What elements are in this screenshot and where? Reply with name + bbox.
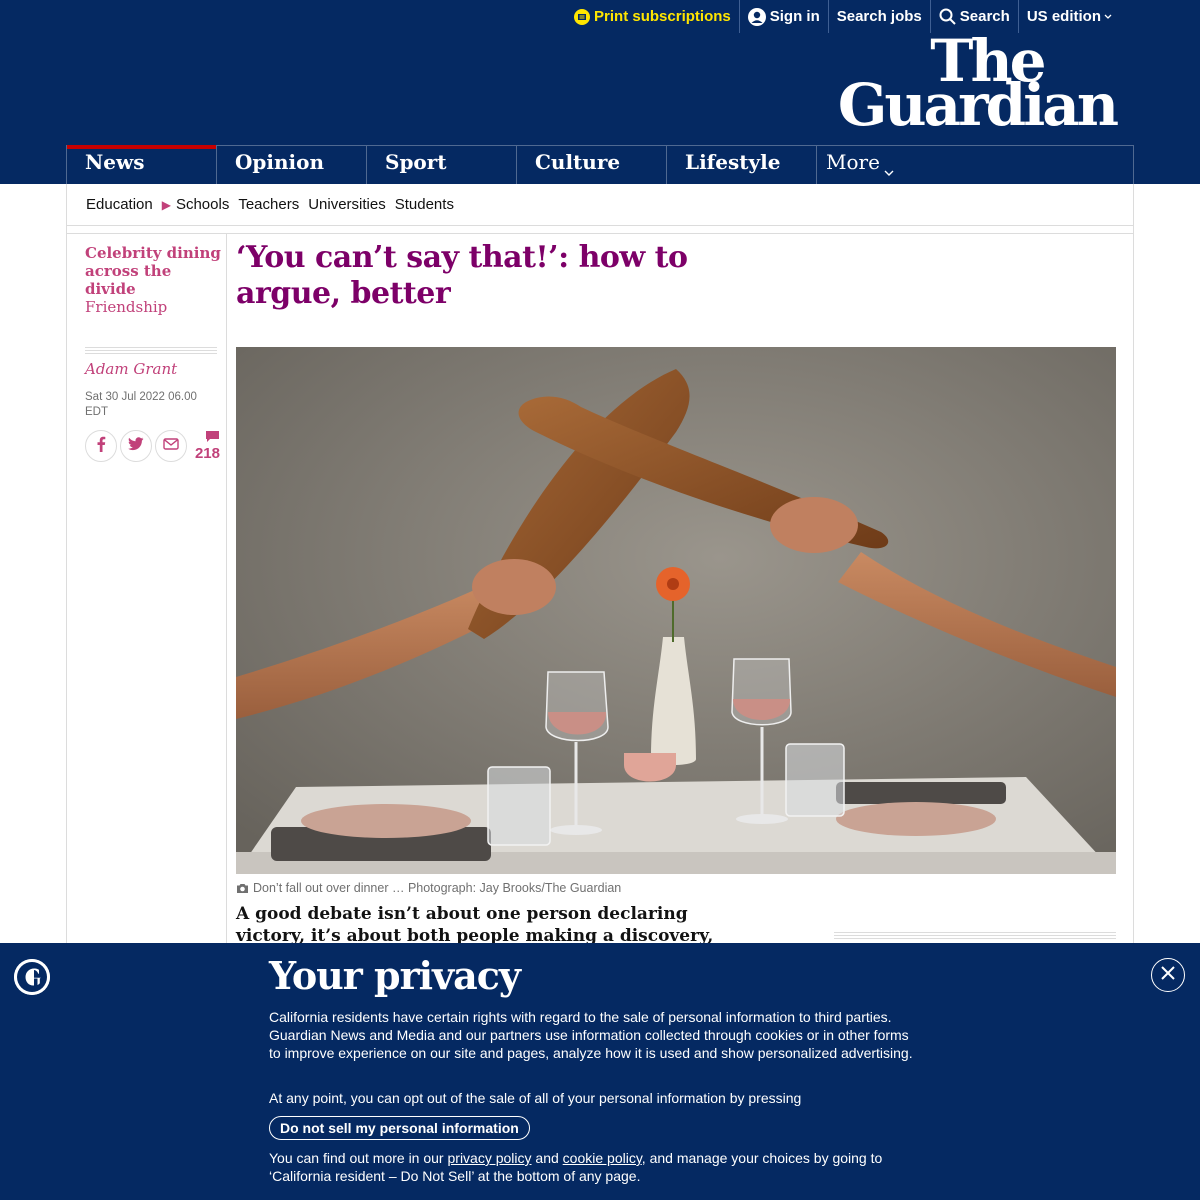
article-headline: ‘You can’t say that!’: how to argue, bet… <box>236 240 688 311</box>
hero-image <box>236 347 1116 874</box>
privacy-p3-before: You can find out more in our <box>269 1150 448 1166</box>
guardian-logo[interactable]: The Guardian <box>837 32 1119 139</box>
privacy-banner: Your privacy California residents have c… <box>0 943 1200 1200</box>
subnav-education[interactable]: Education <box>86 196 153 213</box>
close-privacy-button[interactable] <box>1151 958 1185 992</box>
article-content: Celebrity dining across the divide Frien… <box>66 226 1134 968</box>
chevron-down-icon <box>884 158 894 182</box>
privacy-paragraph-2: At any point, you can opt out of the sal… <box>269 1090 802 1106</box>
twitter-icon <box>128 436 144 456</box>
profile-icon <box>747 7 766 26</box>
do-not-sell-button[interactable]: Do not sell my personal information <box>269 1116 530 1140</box>
comment-count-link[interactable]: 218 <box>190 430 220 462</box>
divider <box>85 347 217 356</box>
image-caption: Don’t fall out over dinner … Photograph:… <box>236 881 621 895</box>
pillar-sport[interactable]: Sport <box>367 146 517 184</box>
email-icon <box>163 437 179 455</box>
pillar-news[interactable]: News <box>67 145 217 184</box>
facebook-icon <box>96 436 106 457</box>
sign-in-link[interactable]: Sign in <box>738 0 828 33</box>
series-section: Friendship <box>85 298 168 316</box>
email-share-button[interactable] <box>155 430 187 462</box>
pillar-culture[interactable]: Culture <box>517 146 667 184</box>
divider <box>834 932 1116 941</box>
privacy-paragraph-3: You can find out more in our privacy pol… <box>269 1149 919 1185</box>
twitter-share-button[interactable] <box>120 430 152 462</box>
edition-label: US edition <box>1026 8 1101 25</box>
subnav-arrow-icon: ▶ <box>161 197 171 212</box>
pillar-opinion[interactable]: Opinion <box>217 146 367 184</box>
camera-icon <box>236 883 249 894</box>
series-kicker[interactable]: Celebrity dining across the divide Frien… <box>85 244 225 316</box>
pillar-nav: News Opinion Sport Culture Lifestyle Mor… <box>66 145 1134 184</box>
caption-text: Don’t fall out over dinner … Photograph:… <box>253 881 622 895</box>
pillar-lifestyle[interactable]: Lifestyle <box>667 146 817 184</box>
series-title-line1: Celebrity dining <box>85 244 221 262</box>
search-icon <box>939 8 956 25</box>
series-title-line2: across the divide <box>85 262 172 298</box>
more-label: More <box>826 150 880 174</box>
privacy-policy-link[interactable]: privacy policy <box>448 1150 532 1166</box>
chevron-down-icon <box>1104 14 1112 20</box>
search-jobs-label: Search jobs <box>836 8 922 25</box>
publish-date: Sat 30 Jul 2022 06.00 EDT <box>85 391 197 418</box>
share-buttons <box>85 430 190 462</box>
subnav-schools[interactable]: Schools <box>176 196 229 213</box>
subnav-universities[interactable]: Universities <box>308 196 386 213</box>
privacy-paragraph-1: California residents have certain rights… <box>269 1009 913 1061</box>
pillar-more[interactable]: More <box>817 146 967 184</box>
section-subnav: Education ▶ Schools Teachers Universitie… <box>66 184 1134 226</box>
print-subscriptions-icon <box>574 8 591 25</box>
subnav-students[interactable]: Students <box>395 196 454 213</box>
print-subscriptions-label: Print subscriptions <box>594 8 731 25</box>
search-label: Search <box>959 8 1010 25</box>
author-byline[interactable]: Adam Grant <box>85 360 177 378</box>
privacy-title: Your privacy <box>269 953 521 998</box>
search-jobs-link[interactable]: Search jobs <box>827 0 930 33</box>
print-subscriptions-link[interactable]: Print subscriptions <box>566 0 739 33</box>
close-icon <box>1160 965 1176 986</box>
subnav-teachers[interactable]: Teachers <box>238 196 299 213</box>
logo-line-2: Guardian <box>837 71 1119 139</box>
guardian-roundel-icon <box>14 959 50 995</box>
facebook-share-button[interactable] <box>85 430 117 462</box>
sign-in-label: Sign in <box>769 8 820 25</box>
masthead: The Guardian News Opinion Sport Culture … <box>0 32 1200 184</box>
comment-count: 218 <box>194 445 220 462</box>
cookie-policy-link[interactable]: cookie policy <box>563 1150 642 1166</box>
privacy-p3-and: and <box>531 1150 563 1166</box>
article-meta-column: Celebrity dining across the divide Frien… <box>67 234 227 943</box>
